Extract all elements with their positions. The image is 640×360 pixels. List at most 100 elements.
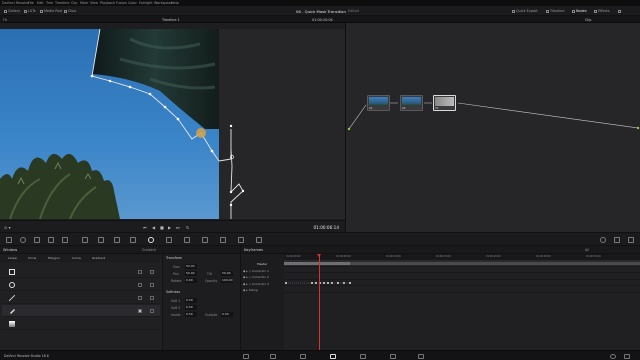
media-pool-button[interactable]: Media Pool bbox=[40, 9, 62, 13]
opacity-field[interactable]: 100.00 bbox=[221, 278, 233, 283]
color-warper-icon[interactable] bbox=[98, 237, 104, 243]
invert-checkbox[interactable] bbox=[138, 308, 142, 313]
menu-fairlight[interactable]: Fairlight bbox=[139, 1, 153, 5]
window-row-gradient[interactable] bbox=[2, 318, 160, 330]
project-settings-icon[interactable] bbox=[624, 353, 630, 359]
menu-help[interactable]: Help bbox=[171, 1, 179, 5]
window-row-pen-selected[interactable] bbox=[2, 305, 160, 317]
node-output-icon[interactable] bbox=[636, 126, 640, 130]
pan-field[interactable]: 50.00 bbox=[185, 271, 197, 276]
3d-icon[interactable] bbox=[256, 237, 262, 243]
primaries-icon[interactable] bbox=[20, 237, 26, 243]
go-to-end-button[interactable]: ⏭ bbox=[176, 225, 180, 230]
blur-icon[interactable] bbox=[202, 237, 208, 243]
corrector3-keyframes[interactable] bbox=[284, 280, 640, 286]
cut-page-icon[interactable] bbox=[270, 353, 276, 359]
window-row-square[interactable] bbox=[2, 266, 160, 278]
timeline-selector[interactable]: Timeline 1 bbox=[162, 18, 180, 22]
eyedropper-icon[interactable] bbox=[130, 237, 136, 243]
node-01[interactable]: 01 bbox=[367, 95, 390, 111]
tracker-icon[interactable] bbox=[166, 237, 172, 243]
playhead[interactable] bbox=[319, 254, 320, 350]
node-02[interactable]: 02 bbox=[400, 95, 423, 111]
menu-color[interactable]: Color bbox=[128, 1, 137, 5]
hdr-icon[interactable] bbox=[62, 237, 68, 243]
invert-checkbox[interactable] bbox=[138, 295, 142, 300]
loop-button[interactable]: ↻ bbox=[186, 225, 189, 230]
step-back-button[interactable]: ◀ bbox=[152, 225, 155, 230]
key-icon[interactable] bbox=[220, 237, 226, 243]
menu-workspace[interactable]: Workspace bbox=[154, 1, 173, 5]
enable-checkbox[interactable] bbox=[150, 295, 154, 300]
source-input-icon[interactable] bbox=[347, 127, 351, 131]
circle-tool[interactable]: Circle bbox=[28, 256, 36, 260]
menu-timeline[interactable]: Timeline bbox=[55, 1, 69, 5]
sizing-icon[interactable] bbox=[238, 237, 244, 243]
go-to-start-button[interactable]: ⏮ bbox=[143, 225, 147, 230]
clip-mode-dropdown[interactable]: Clip bbox=[585, 18, 591, 22]
magic-mask-icon[interactable] bbox=[184, 237, 190, 243]
viewer-offscreen-area[interactable] bbox=[218, 29, 345, 219]
motion-effects-icon[interactable] bbox=[48, 237, 54, 243]
enable-checkbox[interactable] bbox=[150, 282, 154, 287]
keyframe-panel-icon[interactable] bbox=[628, 237, 634, 243]
track-corrector1-label[interactable]: ◆ ▸ ◇ Corrector 1 bbox=[243, 269, 269, 273]
menu-file[interactable]: File bbox=[28, 1, 34, 5]
fairlight-page-icon[interactable] bbox=[390, 353, 396, 359]
fusion-page-icon[interactable] bbox=[330, 353, 336, 359]
gallery-button[interactable]: Gallery bbox=[4, 9, 20, 13]
invert-checkbox[interactable] bbox=[138, 269, 142, 274]
keyframe-track-sizing[interactable] bbox=[284, 286, 640, 293]
gradient-tool[interactable]: Gradient bbox=[92, 256, 105, 260]
info-icon[interactable] bbox=[614, 237, 620, 243]
lightbox-button[interactable] bbox=[618, 9, 622, 13]
outside-field[interactable]: 0.50 bbox=[221, 312, 233, 317]
menu-fusion[interactable]: Fusion bbox=[116, 1, 127, 5]
keyframes-filter-dropdown[interactable]: All bbox=[585, 248, 589, 252]
window-row-circle[interactable] bbox=[2, 279, 160, 291]
playhead-marker-icon[interactable] bbox=[317, 254, 321, 257]
effects-button[interactable]: Effects bbox=[594, 9, 610, 13]
track-corrector2-label[interactable]: ◆ ▸ ◇ Corrector 2 bbox=[243, 275, 269, 279]
project-manager-icon[interactable] bbox=[610, 353, 616, 359]
qualifier-icon[interactable] bbox=[114, 237, 120, 243]
inside-field[interactable]: 0.50 bbox=[185, 312, 197, 317]
color-page-icon[interactable] bbox=[360, 353, 366, 359]
track-sizing-label[interactable]: ◆ ▸ Sizing bbox=[243, 288, 258, 292]
menu-trim[interactable]: Trim bbox=[46, 1, 53, 5]
rotate-field[interactable]: 0.00 bbox=[185, 278, 197, 283]
timeline-button[interactable]: Timeline bbox=[546, 9, 564, 13]
curve-tool[interactable]: Curve bbox=[72, 256, 81, 260]
menu-view[interactable]: View bbox=[90, 1, 98, 5]
play-button[interactable]: ▶ bbox=[168, 225, 171, 230]
viewer-options-icon[interactable]: ⊙ ▾ bbox=[4, 225, 11, 230]
window-row-line[interactable] bbox=[2, 292, 160, 304]
spline-handle-knob[interactable] bbox=[196, 128, 206, 138]
color-wheels-icon[interactable] bbox=[6, 237, 12, 243]
size-field[interactable]: 50.00 bbox=[185, 264, 197, 269]
menu-playback[interactable]: Playback bbox=[100, 1, 115, 5]
enable-checkbox[interactable] bbox=[150, 269, 154, 274]
window-tool-icon[interactable] bbox=[148, 237, 154, 243]
soft2-field[interactable]: 0.50 bbox=[185, 305, 197, 310]
menu-app[interactable]: DaVinci Resolve bbox=[2, 1, 29, 5]
scopes-icon[interactable] bbox=[600, 237, 606, 243]
quick-export-button[interactable]: Quick Export bbox=[512, 9, 538, 13]
curves-icon[interactable] bbox=[82, 237, 88, 243]
luts-button[interactable]: LUTs bbox=[24, 9, 35, 13]
deliver-page-icon[interactable] bbox=[418, 353, 424, 359]
stop-button[interactable]: ■ bbox=[160, 225, 164, 230]
linear-tool[interactable]: Linear bbox=[8, 256, 17, 260]
tilt-field[interactable]: 50.00 bbox=[221, 271, 233, 276]
viewer-image[interactable] bbox=[0, 29, 219, 219]
node-03[interactable]: 03 bbox=[433, 95, 456, 111]
zoom-fit-dropdown[interactable]: Fit bbox=[3, 18, 7, 22]
menu-edit[interactable]: Edit bbox=[37, 1, 44, 5]
polygon-tool[interactable]: Polygon bbox=[48, 256, 60, 260]
menu-mark[interactable]: Mark bbox=[80, 1, 88, 5]
edit-page-icon[interactable] bbox=[300, 353, 306, 359]
soft1-field[interactable]: 0.50 bbox=[185, 298, 197, 303]
nodes-button[interactable]: Nodes bbox=[572, 9, 587, 13]
menu-clip[interactable]: Clip bbox=[71, 1, 77, 5]
clips-button[interactable]: Clips bbox=[64, 9, 76, 13]
